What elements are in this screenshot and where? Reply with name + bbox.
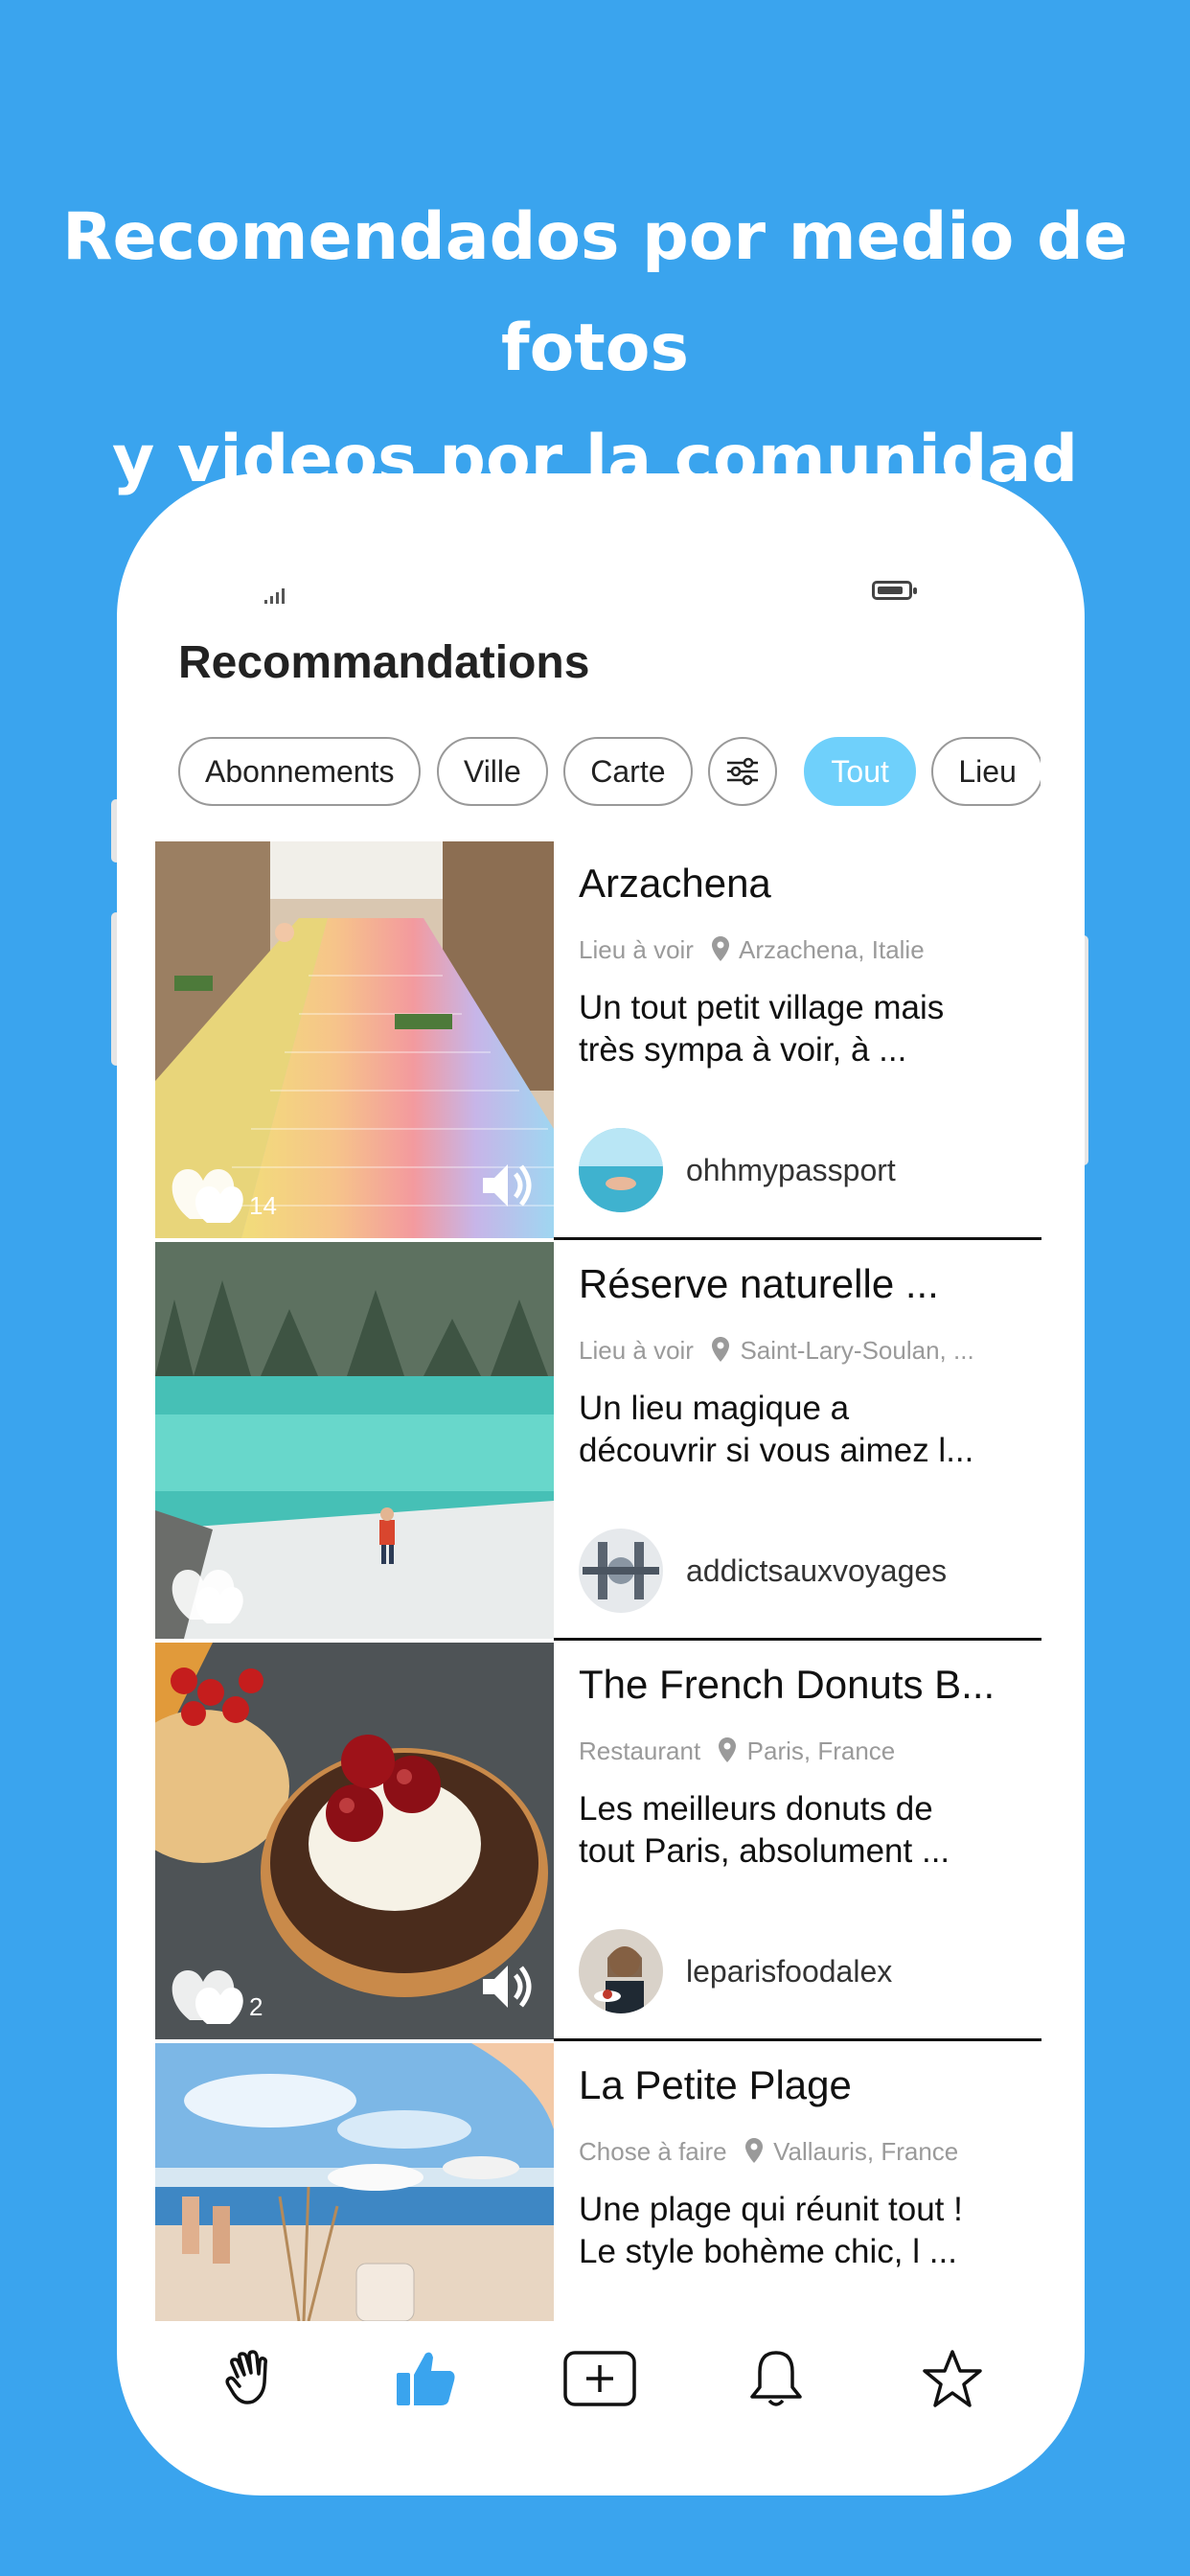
card-category: Restaurant [579, 1736, 701, 1765]
card-description: Un lieu magique a découvrir si vous aime… [579, 1390, 974, 1469]
signal-icon [261, 585, 299, 610]
card-title[interactable]: Arzachena [579, 861, 1029, 907]
card-meta: Lieu à voir Arzachena, Italie [579, 935, 1039, 965]
thumbs-up-icon [397, 2352, 455, 2405]
filter-bar[interactable]: Abonnements Ville Carte Tout Lieu [178, 737, 1041, 810]
card-info[interactable]: Réserve naturelle ... Lieu à voir Saint-… [554, 1242, 1041, 1641]
card-thumbnail[interactable]: 14 [155, 841, 554, 1238]
promo-line-1: Recomendados por medio de fotos [62, 199, 1128, 386]
star-icon [923, 2350, 982, 2407]
location-pin-icon [712, 936, 730, 961]
avatar[interactable] [579, 1128, 663, 1212]
likes-count[interactable]: 14 [169, 1163, 277, 1225]
sound-icon[interactable] [479, 1159, 537, 1217]
filter-carte[interactable]: Carte [563, 737, 693, 806]
card-description: Une plage qui réunit tout ! Le style boh… [579, 2191, 963, 2270]
avatar[interactable] [579, 1929, 663, 2013]
heart-icon [172, 1169, 243, 1223]
avatar[interactable] [579, 1529, 663, 1613]
add-post-icon [563, 2351, 636, 2406]
tab-favorites[interactable] [914, 2340, 991, 2417]
card-description: Les meilleurs donuts de tout Paris, abso… [579, 1790, 950, 1870]
location-pin-icon [744, 2138, 763, 2163]
card-thumbnail[interactable] [155, 1242, 554, 1639]
card-meta: Lieu à voir Saint-Lary-Soulan, ... [579, 1336, 1039, 1366]
battery-icon [872, 581, 917, 600]
username[interactable]: leparisfoodalex [686, 1954, 892, 1990]
card-category: Lieu à voir [579, 1336, 694, 1365]
tab-add-post[interactable] [561, 2340, 638, 2417]
filter-ville[interactable]: Ville [436, 737, 548, 806]
page-title: Recommandations [178, 637, 590, 688]
card-info[interactable]: Arzachena Lieu à voir Arzachena, Italie … [554, 841, 1041, 1240]
card-info[interactable]: The French Donuts B... Restaurant Paris,… [554, 1643, 1041, 2041]
card-author[interactable]: ohhmypassport [579, 1127, 896, 1213]
card-author[interactable]: leparisfoodalex [579, 1928, 892, 2014]
card-title[interactable]: The French Donuts B... [579, 1662, 1029, 1708]
location-pin-icon [719, 1737, 737, 1762]
promo-headline: Recomendados por medio de fotos y videos… [0, 182, 1190, 516]
filter-tout[interactable]: Tout [804, 737, 916, 806]
bell-icon [750, 2351, 802, 2406]
likes-count[interactable]: 2 [169, 1965, 263, 2026]
card-info[interactable]: La Petite Plage Chose à faire Vallauris,… [554, 2043, 1041, 2321]
card-location: Arzachena, Italie [739, 935, 925, 964]
card-author[interactable]: addictsauxvoyages [579, 1528, 947, 1614]
recommendation-card[interactable]: La Petite Plage Chose à faire Vallauris,… [155, 2043, 1041, 2321]
recommendation-card[interactable]: 14 Arzachena Lieu à voir Arzachena, Ital… [155, 841, 1041, 1242]
recommendation-feed[interactable]: 14 Arzachena Lieu à voir Arzachena, Ital… [155, 841, 1041, 2321]
sliders-icon [726, 757, 758, 786]
recommendation-card[interactable]: Réserve naturelle ... Lieu à voir Saint-… [155, 1242, 1041, 1643]
card-title[interactable]: Réserve naturelle ... [579, 1261, 1029, 1307]
username[interactable]: addictsauxvoyages [686, 1553, 947, 1589]
likes-count[interactable] [169, 1564, 245, 1625]
phone-frame: Recommandations Abonnements Ville Carte … [117, 473, 1085, 2496]
tab-recommendations[interactable] [387, 2340, 464, 2417]
card-location: Vallauris, France [773, 2137, 959, 2166]
heart-icon [172, 1570, 243, 1623]
tab-notifications[interactable] [738, 2340, 814, 2417]
username[interactable]: ohhmypassport [686, 1153, 896, 1188]
card-thumbnail[interactable] [155, 2043, 554, 2321]
sound-icon[interactable] [479, 1960, 537, 2018]
tab-hand[interactable] [213, 2340, 289, 2417]
card-category: Chose à faire [579, 2137, 727, 2166]
beach-photo [155, 2043, 554, 2321]
filter-lieu[interactable]: Lieu [931, 737, 1041, 806]
heart-icon [172, 1970, 243, 2024]
card-location: Paris, France [746, 1736, 896, 1765]
card-category: Lieu à voir [579, 935, 694, 964]
card-title[interactable]: La Petite Plage [579, 2062, 1029, 2108]
status-bar [117, 581, 1085, 610]
location-pin-icon [712, 1337, 730, 1362]
card-thumbnail[interactable]: 2 [155, 1643, 554, 2039]
card-meta: Restaurant Paris, France [579, 1736, 1039, 1766]
hand-wave-icon [225, 2350, 267, 2404]
card-meta: Chose à faire Vallauris, France [579, 2137, 1039, 2167]
filter-abonnements[interactable]: Abonnements [178, 737, 422, 806]
bottom-tab-bar [117, 2323, 1085, 2438]
card-description: Un tout petit village mais très sympa à … [579, 989, 945, 1069]
card-location: Saint-Lary-Soulan, ... [740, 1336, 974, 1365]
filter-settings-button[interactable] [707, 737, 777, 806]
recommendation-card[interactable]: 2 The French Donuts B... Restaurant Pari… [155, 1643, 1041, 2043]
